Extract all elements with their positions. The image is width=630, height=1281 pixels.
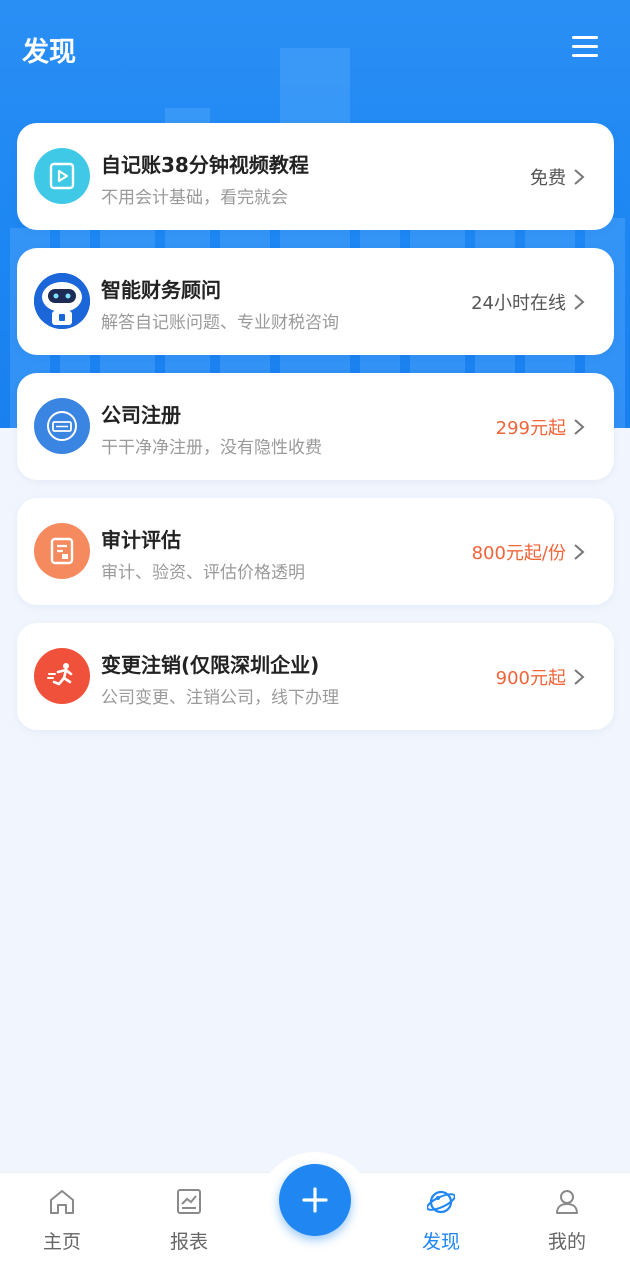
card-subtitle: 干干净净注册，没有隐性收费 xyxy=(101,438,322,458)
card-title: 变更注销(仅限深圳企业) xyxy=(101,653,320,677)
card-title: 审计评估 xyxy=(101,528,181,552)
card-price: 免费 xyxy=(530,168,566,189)
card-price: 800元起/份 xyxy=(471,543,566,564)
home-icon xyxy=(50,1190,74,1214)
card-price: 24小时在线 xyxy=(471,293,566,314)
audit-document-icon xyxy=(34,523,90,579)
service-card-finance-advisor[interactable]: 智能财务顾问 解答自记账问题、专业财税咨询 24小时在线 xyxy=(17,248,614,355)
video-icon xyxy=(34,148,90,204)
card-title: 智能财务顾问 xyxy=(101,278,221,302)
card-subtitle: 公司变更、注销公司，线下办理 xyxy=(101,688,339,708)
card-subtitle: 解答自记账问题、专业财税咨询 xyxy=(101,313,339,333)
robot-icon xyxy=(34,273,90,329)
tab-home[interactable]: 主页 xyxy=(17,1173,107,1281)
chevron-right-icon xyxy=(574,419,585,435)
card-price: 900元起 xyxy=(495,668,566,689)
plus-icon xyxy=(302,1187,328,1213)
service-card-audit[interactable]: 审计评估 审计、验资、评估价格透明 800元起/份 xyxy=(17,498,614,605)
registration-stamp-icon xyxy=(34,398,90,454)
tab-label: 我的 xyxy=(547,1231,586,1253)
chevron-right-icon xyxy=(574,669,585,685)
chevron-right-icon xyxy=(574,544,585,560)
tab-reports[interactable]: 报表 xyxy=(144,1173,234,1281)
running-man-icon xyxy=(34,648,90,704)
tab-mine[interactable]: 我的 xyxy=(522,1173,612,1281)
tab-label: 报表 xyxy=(169,1231,208,1253)
card-price: 299元起 xyxy=(495,418,566,439)
service-card-video-tutorial[interactable]: 自记账38分钟视频教程 不用会计基础，看完就会 免费 xyxy=(17,123,614,230)
card-title: 自记账38分钟视频教程 xyxy=(101,153,309,177)
service-card-list: 自记账38分钟视频教程 不用会计基础，看完就会 免费 智能财务顾问 解答自记账问… xyxy=(17,123,614,748)
card-title: 公司注册 xyxy=(101,403,181,427)
add-record-button[interactable] xyxy=(279,1164,351,1236)
page-title: 发现 xyxy=(22,37,76,68)
card-subtitle: 不用会计基础，看完就会 xyxy=(101,188,288,208)
service-card-change-cancel[interactable]: 变更注销(仅限深圳企业) 公司变更、注销公司，线下办理 900元起 xyxy=(17,623,614,730)
user-icon xyxy=(556,1190,578,1214)
service-card-company-registration[interactable]: 公司注册 干干净净注册，没有隐性收费 299元起 xyxy=(17,373,614,480)
tab-label: 主页 xyxy=(42,1231,81,1253)
card-subtitle: 审计、验资、评估价格透明 xyxy=(101,563,305,583)
chevron-right-icon xyxy=(574,169,585,185)
tab-discover[interactable]: 发现 xyxy=(396,1173,486,1281)
menu-icon[interactable] xyxy=(572,36,598,58)
chevron-right-icon xyxy=(574,294,585,310)
tab-label: 发现 xyxy=(421,1231,460,1253)
planet-icon xyxy=(427,1190,455,1214)
report-icon xyxy=(177,1189,201,1214)
